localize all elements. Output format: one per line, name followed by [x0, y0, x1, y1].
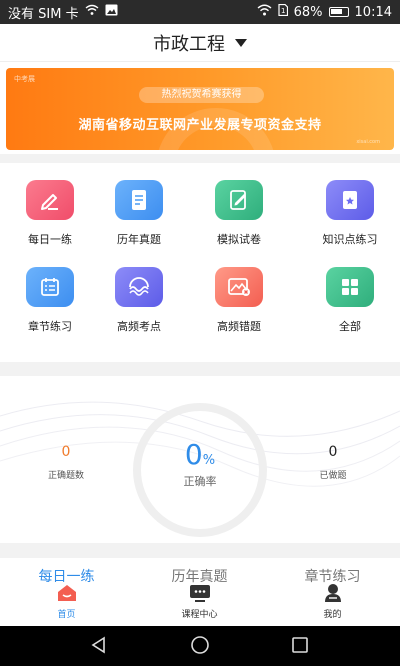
- grid-icon: [326, 267, 374, 307]
- subject-selector[interactable]: 市政工程: [0, 24, 400, 62]
- banner-headline: 湖南省移动互联网产业发展专项资金支持: [78, 118, 322, 133]
- svg-text:1: 1: [281, 7, 285, 15]
- clock: 10:14: [354, 4, 392, 20]
- shortcut-frequent-points[interactable]: 高频考点: [89, 250, 189, 338]
- nav-profile[interactable]: 我的: [266, 583, 399, 620]
- sim-icon: 1: [278, 3, 288, 20]
- system-nav-bar: [0, 626, 400, 666]
- shortcut-daily-practice[interactable]: 每日一练: [0, 163, 100, 251]
- correct-count-stat: 0 正确题数: [31, 444, 101, 481]
- back-icon[interactable]: [89, 635, 109, 655]
- promo-banner[interactable]: 中考展 热烈祝贺希赛获得 湖南省移动互联网产业发展专项资金支持 xisai.co…: [6, 68, 394, 150]
- bottom-section: 每日一练 历年真题 章节练习 首页 课程中心 我的: [0, 558, 400, 626]
- document-icon: [115, 180, 163, 220]
- accuracy-unit: %: [202, 453, 216, 468]
- shortcut-frequent-errors[interactable]: 高频错题: [189, 250, 289, 338]
- shortcut-label: 全部: [339, 320, 361, 333]
- done-count-label: 已做题: [319, 471, 347, 481]
- banner-section: 中考展 热烈祝贺希赛获得 湖南省移动互联网产业发展专项资金支持 xisai.co…: [0, 62, 400, 154]
- bookmark-star-icon: [326, 180, 374, 220]
- image-notification-icon: [105, 4, 118, 20]
- shortcut-label: 高频考点: [117, 320, 161, 333]
- page-title: 市政工程: [153, 33, 225, 55]
- banner-footnote: xisai.com: [356, 139, 380, 145]
- accuracy-value: 0: [184, 438, 203, 471]
- shortcut-mock-exam[interactable]: 模拟试卷: [189, 163, 289, 251]
- done-count: 0: [328, 444, 338, 460]
- wifi-call-icon: [85, 4, 99, 20]
- banner-logo: 中考展: [14, 75, 35, 83]
- user-icon: [324, 584, 341, 602]
- correct-count: 0: [61, 444, 71, 460]
- nav-course-center[interactable]: 课程中心: [133, 583, 266, 620]
- shortcut-label: 高频错题: [217, 320, 261, 333]
- carrier-text: 没有 SIM 卡: [8, 6, 79, 22]
- correct-count-label: 正确题数: [47, 471, 84, 481]
- banner-badge: 热烈祝贺希赛获得: [139, 87, 264, 103]
- edit-paper-icon: [215, 180, 263, 220]
- recents-icon[interactable]: [290, 635, 310, 655]
- nav-profile-label: 我的: [323, 610, 342, 620]
- accuracy-label: 正确率: [183, 475, 217, 488]
- battery-percent: 68%: [293, 4, 323, 20]
- pencil-icon: [26, 180, 74, 220]
- home-icon: [57, 585, 76, 601]
- battery-icon: [328, 7, 349, 17]
- shortcut-label: 模拟试卷: [217, 233, 261, 246]
- shortcut-label: 历年真题: [117, 233, 161, 246]
- shortcut-label: 知识点练习: [322, 233, 378, 246]
- shortcut-all[interactable]: 全部: [300, 250, 400, 338]
- shortcut-label: 章节练习: [28, 320, 72, 333]
- chevron-down-icon: [235, 38, 247, 47]
- nav-home-label: 首页: [57, 610, 76, 620]
- shortcut-label: 每日一练: [28, 233, 72, 246]
- accuracy-stat: 0% 正确率: [133, 438, 267, 489]
- nav-home[interactable]: 首页: [0, 583, 133, 620]
- error-image-icon: [215, 267, 263, 307]
- nav-course-center-label: 课程中心: [181, 610, 218, 620]
- shortcut-grid: 每日一练 历年真题 模拟试卷 知识点练习 章节练习 高频考点 高频错题 全部: [0, 163, 400, 362]
- calendar-list-icon: [26, 267, 74, 307]
- wave-icon: [115, 267, 163, 307]
- shortcut-past-exams[interactable]: 历年真题: [89, 163, 189, 251]
- stats-panel: 0 正确题数 0% 正确率 0 已做题: [0, 376, 400, 543]
- shortcut-chapter-practice[interactable]: 章节练习: [0, 250, 100, 338]
- wifi-icon: [257, 4, 272, 20]
- monitor-icon: [189, 585, 210, 602]
- shortcut-knowledge-practice[interactable]: 知识点练习: [300, 163, 400, 251]
- done-count-stat: 0 已做题: [298, 444, 368, 481]
- status-bar: 没有 SIM 卡 1 68% 10:14: [0, 0, 400, 24]
- home-circle-icon[interactable]: [190, 635, 210, 655]
